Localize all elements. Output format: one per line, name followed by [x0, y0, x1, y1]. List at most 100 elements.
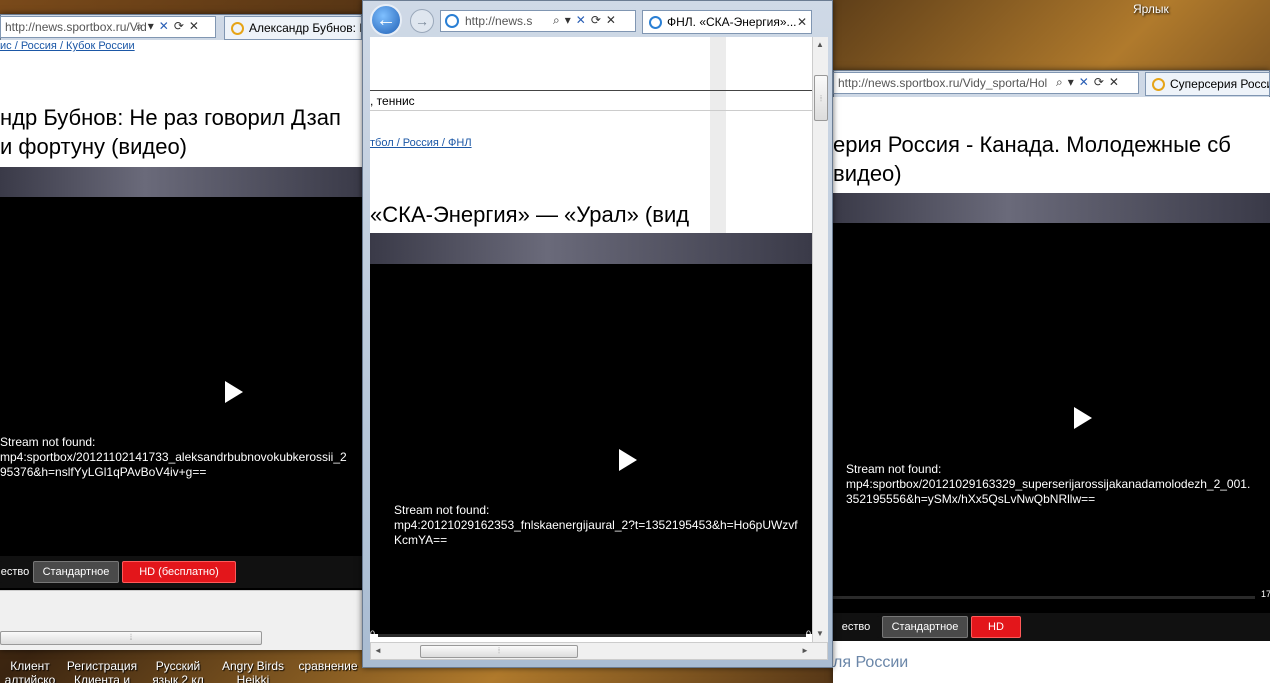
- left-error-line1: Stream not found:: [0, 435, 96, 449]
- desktop-icon-comparison[interactable]: сравнение: [294, 659, 362, 673]
- middle-error-line2: mp4:20121029162353_fnlskaenergijaural_2?…: [394, 518, 798, 532]
- refresh-icon[interactable]: ⟳: [591, 13, 601, 28]
- refresh-icon[interactable]: ⟳: [1094, 75, 1104, 90]
- left-address-buttons: ⌕ ▾ ✕ ⟳ ✕: [136, 19, 199, 34]
- play-icon[interactable]: [619, 449, 637, 471]
- stop-icon[interactable]: ✕: [1079, 75, 1089, 90]
- middle-page: , теннис тбол / Россия / ФНЛ «СКА-Энерги…: [370, 37, 812, 642]
- close-icon[interactable]: ✕: [606, 13, 616, 28]
- middle-horizontal-scrollbar[interactable]: ◄ ⦙ ►: [370, 642, 828, 660]
- right-tab[interactable]: Суперсерия Россия: [1145, 72, 1270, 96]
- left-page-bottom: ⦙: [0, 590, 362, 650]
- search-icon[interactable]: ⌕: [553, 13, 560, 28]
- scroll-down-icon[interactable]: ▼: [816, 629, 824, 638]
- left-error-line2: mp4:sportbox/20121102141733_aleksandrbub…: [0, 450, 347, 464]
- close-icon[interactable]: ✕: [1109, 75, 1119, 90]
- scroll-left-icon[interactable]: ◄: [374, 646, 382, 655]
- stop-icon[interactable]: ✕: [576, 13, 586, 28]
- desktop-icon-registration[interactable]: Регистрация Клиента и: [64, 659, 140, 683]
- desktop-icons-row: Клиент алтийско Регистрация Клиента и Ру…: [0, 657, 362, 683]
- play-icon[interactable]: [1074, 407, 1092, 429]
- right-headline-line2: видео): [833, 161, 902, 186]
- middle-player-header: [370, 233, 812, 264]
- ie-page-icon: [1152, 77, 1165, 91]
- dropdown-icon[interactable]: ▾: [148, 19, 154, 34]
- right-tab-title: Суперсерия Россия: [1170, 77, 1270, 91]
- middle-video-player[interactable]: Stream not found: mp4:20121029162353_fnl…: [370, 264, 812, 639]
- left-tab-title: Александр Бубнов: Н: [249, 21, 362, 35]
- right-timeline-track[interactable]: [833, 596, 1255, 599]
- ie-page-icon: [231, 21, 244, 35]
- ie-page-icon: [445, 14, 459, 28]
- right-address-text[interactable]: http://news.sportbox.ru/Vidy_sporta/Hol: [838, 76, 1047, 90]
- left-breadcrumb[interactable]: ис / Россия / Кубок России: [0, 40, 135, 52]
- quality-button-hd[interactable]: HD: [971, 616, 1021, 638]
- close-tab-icon[interactable]: ✕: [797, 15, 807, 29]
- quality-button-partial[interactable]: ество: [0, 561, 30, 583]
- middle-horizontal-scroll-thumb[interactable]: ⦙: [420, 645, 578, 658]
- right-error-line2: mp4:sportbox/20121029163329_superserijar…: [846, 477, 1251, 491]
- right-video-player[interactable]: Stream not found: mp4:sportbox/201210291…: [833, 223, 1270, 613]
- middle-tab-title: ФНЛ. «СКА-Энергия»...: [667, 15, 797, 29]
- middle-tab-active[interactable]: ФНЛ. «СКА-Энергия»... ✕: [642, 10, 812, 34]
- desktop-icon-client[interactable]: Клиент алтийско: [0, 659, 60, 683]
- quality-button-partial[interactable]: ество: [833, 616, 879, 638]
- desktop-icon-label: алтийско: [4, 673, 56, 683]
- search-icon[interactable]: ⌕: [1056, 75, 1063, 90]
- desktop-icon-label: Регистрация: [66, 659, 138, 673]
- quality-button-standard[interactable]: Стандартное: [33, 561, 119, 583]
- left-horizontal-scroll-thumb[interactable]: ⦙: [0, 631, 262, 645]
- left-quality-bar: ество Стандартное HD (бесплатно): [0, 556, 362, 588]
- desktop-icon-label: сравнение: [298, 659, 358, 673]
- dropdown-icon[interactable]: ▾: [565, 13, 571, 28]
- middle-search-text[interactable]: , теннис: [370, 94, 415, 108]
- left-video-player[interactable]: Stream not found: mp4:sportbox/201211021…: [0, 197, 362, 597]
- desktop-icon-label: язык 2 кл: [152, 673, 204, 683]
- left-player-header: [0, 167, 362, 197]
- stop-icon[interactable]: ✕: [159, 19, 169, 34]
- middle-vertical-scroll-thumb[interactable]: ⦙: [814, 75, 828, 121]
- right-footer-text: ля России: [833, 654, 909, 671]
- middle-address-text[interactable]: http://news.s: [465, 14, 532, 28]
- middle-timeline-track[interactable]: [378, 634, 806, 637]
- desktop-shortcut-label[interactable]: Ярлык: [1133, 2, 1169, 16]
- middle-timeline-end: 0: [806, 629, 812, 639]
- middle-headline: «СКА-Энергия» — «Урал» (вид: [370, 202, 690, 227]
- desktop-icon-label: Клиента и: [73, 673, 131, 683]
- middle-error-line1: Stream not found:: [394, 503, 490, 517]
- middle-error-line3: KcmYA==: [394, 533, 448, 547]
- desktop-icon-label: Angry Birds: [221, 659, 285, 673]
- scroll-up-icon[interactable]: ▲: [816, 40, 824, 49]
- middle-breadcrumb[interactable]: тбол / Россия / ФНЛ: [370, 137, 472, 149]
- right-headline-line1: ерия Россия - Канада. Молодежные сб: [833, 132, 1231, 157]
- close-icon[interactable]: ✕: [189, 19, 199, 34]
- desktop-icon-label: Русский: [155, 659, 201, 673]
- forward-button[interactable]: →: [410, 9, 434, 33]
- quality-button-standard[interactable]: Стандартное: [882, 616, 968, 638]
- search-icon[interactable]: ⌕: [136, 19, 143, 34]
- left-address-text[interactable]: http://news.sportbox.ru/Vid: [5, 20, 147, 34]
- desktop-icon-angry-birds[interactable]: Angry Birds Heikki: [216, 659, 290, 683]
- right-address-buttons: ⌕ ▾ ✕ ⟳ ✕: [1056, 75, 1119, 90]
- right-timeline-time: 17: [1261, 589, 1270, 599]
- middle-vertical-scrollbar[interactable]: ▲ ⦙ ▼: [812, 37, 828, 642]
- left-headline-line1: ндр Бубнов: Не раз говорил Дзап: [0, 105, 341, 130]
- search-divider: [370, 110, 812, 111]
- refresh-icon[interactable]: ⟳: [174, 19, 184, 34]
- left-tab[interactable]: Александр Бубнов: Н: [224, 16, 362, 40]
- quality-button-hd[interactable]: HD (бесплатно): [122, 561, 236, 583]
- left-page: ис / Россия / Кубок России ндр Бубнов: Н…: [0, 40, 362, 650]
- middle-timeline-start: 0: [370, 629, 376, 639]
- right-player-header: [833, 193, 1270, 223]
- play-icon[interactable]: [225, 381, 243, 403]
- scroll-right-icon[interactable]: ►: [801, 646, 809, 655]
- search-rule: [370, 90, 812, 91]
- dropdown-icon[interactable]: ▾: [1068, 75, 1074, 90]
- left-error-line3: 95376&h=nslfYyLGl1qPAvBoV4iv+g==: [0, 465, 207, 479]
- left-headline-line2: и фортуну (видео): [0, 134, 188, 159]
- back-button[interactable]: ←: [370, 4, 402, 36]
- ie-page-icon: [649, 15, 662, 29]
- desktop-icon-russian[interactable]: Русский язык 2 кл: [146, 659, 210, 683]
- middle-page-column: [710, 37, 726, 233]
- middle-address-buttons: ⌕ ▾ ✕ ⟳ ✕: [553, 13, 616, 28]
